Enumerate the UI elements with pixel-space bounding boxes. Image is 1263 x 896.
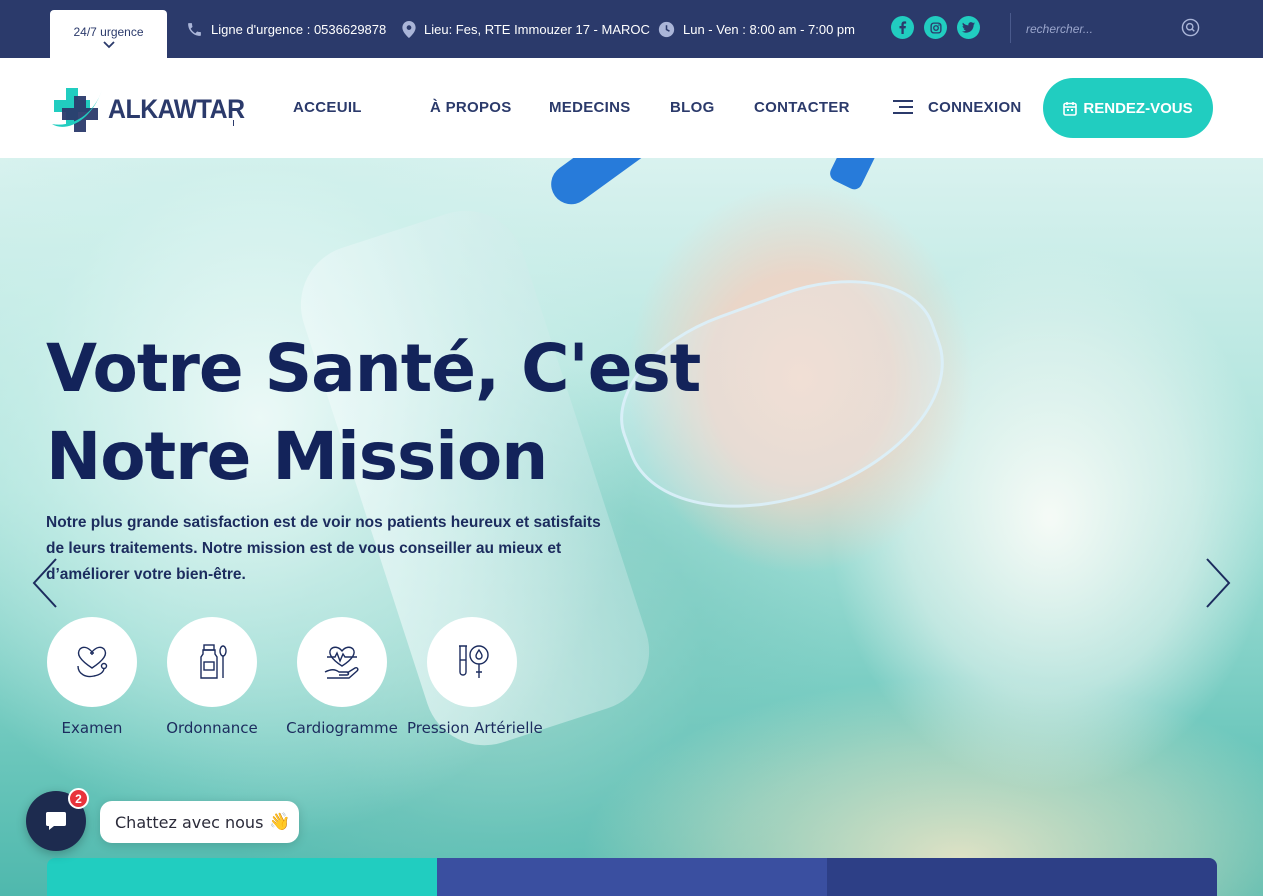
site-logo[interactable]: ALKAWTAR — [50, 84, 256, 134]
phone-icon — [188, 22, 201, 36]
service-examen[interactable]: Examen — [27, 617, 157, 737]
chat-notification-badge: 2 — [68, 788, 89, 809]
chat-icon — [46, 812, 66, 830]
slider-prev-arrow-icon[interactable] — [30, 556, 60, 610]
top-bar: 24/7 urgence Ligne d'urgence : 053662987… — [0, 0, 1263, 58]
heart-stethoscope-icon — [77, 646, 108, 678]
chat-prompt-bubble[interactable]: Chattez avec nous 👋 — [100, 801, 299, 843]
nav-a-propos[interactable]: À PROPOS — [430, 99, 512, 116]
clock-icon — [658, 21, 675, 37]
service-icon-circle — [297, 617, 387, 707]
instagram-icon[interactable] — [924, 16, 947, 39]
urgence-label: 24/7 urgence — [73, 25, 144, 39]
slider-next-arrow-icon[interactable] — [1203, 556, 1233, 610]
hero-background-goggle-arm — [827, 158, 907, 192]
hero-title: Votre Santé, C'est Notre Mission — [46, 325, 766, 501]
feature-card-1[interactable] — [47, 858, 437, 896]
location-text: Lieu: Fes, RTE Immouzer 17 - MAROC — [424, 21, 650, 37]
social-links — [891, 16, 980, 39]
search-button[interactable] — [1178, 15, 1202, 39]
service-label: Cardiogramme — [286, 719, 398, 737]
emergency-phone-text: Ligne d'urgence : 0536629878 — [211, 21, 387, 37]
rendez-vous-button[interactable]: RENDEZ-VOUS — [1043, 78, 1213, 138]
opening-hours: Lun - Ven : 8:00 am - 7:00 pm — [658, 19, 855, 39]
hero-slider: Votre Santé, C'est Notre Mission Notre p… — [0, 158, 1263, 896]
calendar-icon — [1063, 101, 1078, 116]
service-icon-circle — [47, 617, 137, 707]
chevron-down-icon — [102, 41, 115, 49]
map-pin-icon — [402, 20, 416, 38]
service-icon-circle — [167, 617, 257, 707]
twitter-icon[interactable] — [957, 16, 980, 39]
main-header: ALKAWTAR ACCEUIL À PROPOS MEDECINS BLOG … — [0, 58, 1263, 158]
search-icon — [1181, 18, 1199, 36]
hero-title-line-1: Votre Santé, C'est — [46, 330, 701, 407]
search-input[interactable] — [1026, 17, 1166, 41]
emergency-phone[interactable]: Ligne d'urgence : 0536629878 — [186, 19, 386, 39]
hero-description: Notre plus grande satisfaction est de vo… — [46, 514, 601, 583]
rendez-vous-label: RENDEZ-VOUS — [1083, 99, 1193, 117]
nav-connexion[interactable]: CONNEXION — [928, 99, 1022, 116]
nav-contacter[interactable]: CONTACTER — [754, 99, 850, 116]
chat-prompt-text: Chattez avec nous — [115, 812, 264, 832]
service-icon-circle — [427, 617, 517, 707]
hero-title-line-2: Notre Mission — [46, 418, 548, 495]
urgence-dropdown[interactable]: 24/7 urgence — [50, 10, 167, 58]
nav-accueil[interactable]: ACCEUIL — [293, 99, 362, 116]
waving-hand-icon: 👋 — [269, 812, 291, 832]
service-label: Pression Artérielle — [407, 719, 543, 737]
service-label: Ordonnance — [166, 719, 258, 737]
logo-text: ALKAWTAR — [108, 93, 245, 124]
service-pression-arterielle[interactable]: Pression Artérielle — [407, 617, 543, 737]
service-label: Examen — [61, 719, 123, 737]
test-tube-drop-icon — [459, 645, 489, 678]
logo-divider — [233, 120, 234, 126]
top-divider — [1010, 13, 1011, 43]
location-info: Lieu: Fes, RTE Immouzer 17 - MAROC — [402, 19, 650, 39]
feature-card-3[interactable] — [827, 858, 1217, 896]
heart-hand-icon — [324, 646, 359, 679]
opening-hours-text: Lun - Ven : 8:00 am - 7:00 pm — [683, 21, 855, 37]
feature-card-2[interactable] — [437, 858, 827, 896]
facebook-icon[interactable] — [891, 16, 914, 39]
nav-medecins[interactable]: MEDECINS — [549, 99, 631, 116]
service-ordonnance[interactable]: Ordonnance — [147, 617, 277, 737]
menu-icon[interactable] — [893, 99, 913, 115]
nav-blog[interactable]: BLOG — [670, 99, 715, 116]
medical-cross-logo-icon — [52, 88, 102, 132]
service-cardiogramme[interactable]: Cardiogramme — [277, 617, 407, 737]
medicine-bottle-icon — [200, 644, 227, 679]
